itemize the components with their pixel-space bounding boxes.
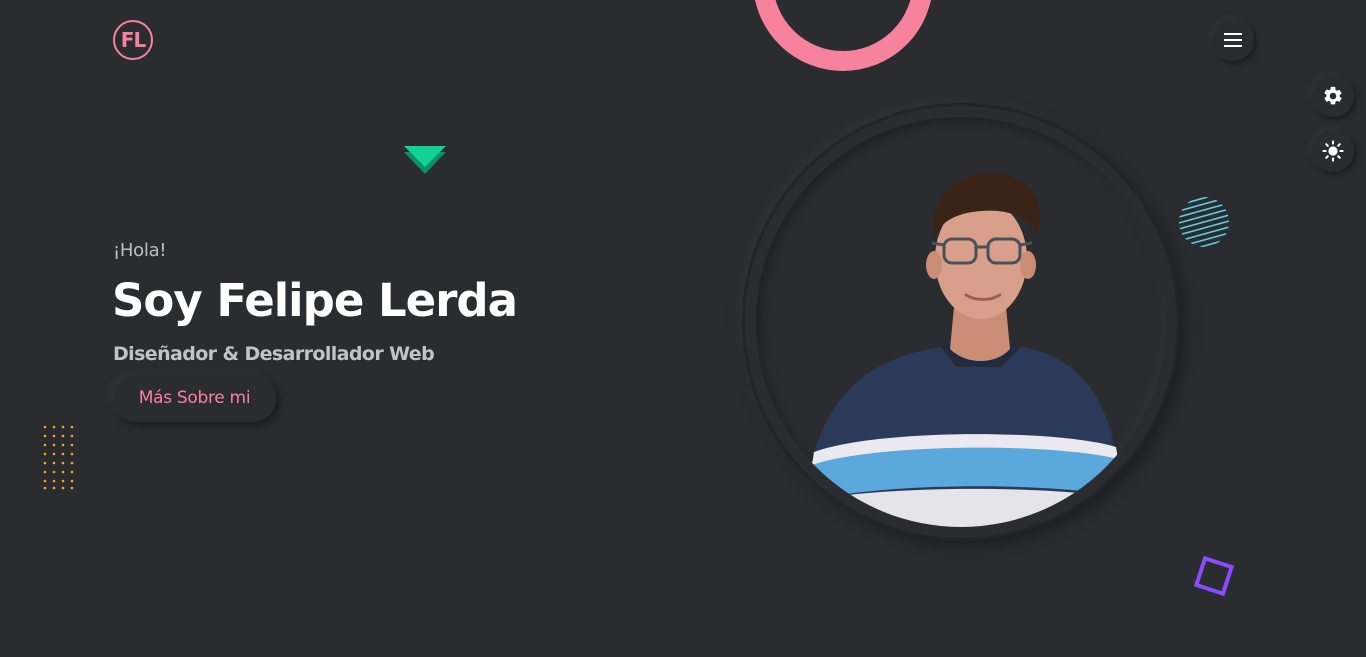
profile-photo-illustration [804, 172, 1126, 527]
hero-title: Soy Felipe Lerda [112, 274, 518, 327]
decorative-dot-grid [43, 425, 74, 490]
decorative-striped-circle [1179, 197, 1229, 247]
sun-icon [1322, 140, 1344, 162]
theme-toggle-button[interactable] [1312, 130, 1354, 172]
settings-button[interactable] [1312, 75, 1354, 117]
gear-icon [1324, 86, 1342, 105]
hero-page: FL ¡Hola! Soy Felipe Lerda Diseñador & D… [0, 0, 1366, 657]
greeting-text: ¡Hola! [113, 240, 167, 261]
decorative-pink-ring [755, 0, 931, 71]
about-me-button[interactable]: Más Sobre mi [113, 375, 276, 422]
hero-subtitle: Diseñador & Desarrollador Web [113, 343, 435, 365]
site-logo[interactable]: FL [113, 20, 153, 60]
decorative-green-triangle [404, 146, 446, 174]
hamburger-menu-icon [1224, 33, 1242, 47]
menu-button[interactable] [1212, 19, 1254, 61]
profile-photo [756, 117, 1166, 527]
profile-photo-frame [742, 103, 1180, 541]
decorative-purple-square [1193, 555, 1235, 597]
